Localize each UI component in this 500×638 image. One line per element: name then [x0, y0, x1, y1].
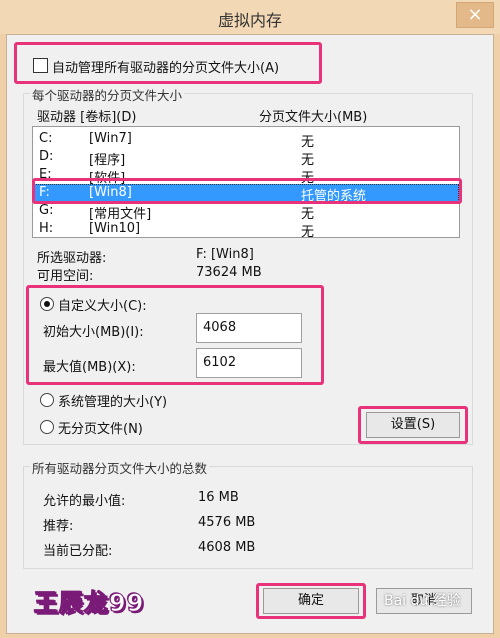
max-size-label: 最大值(MB)(X):	[43, 360, 136, 375]
selected-drive-label: 所选驱动器:	[37, 251, 107, 266]
dialog-window: 虚拟内存 × 自动管理所有驱动器的分页文件大小(A) 每个驱动器的分页文件大小 …	[0, 0, 500, 638]
currently-allocated-label: 当前已分配:	[43, 544, 113, 559]
selected-drive-value: F: [Win8]	[196, 247, 254, 262]
list-item[interactable]: C: [Win7] 无	[33, 130, 459, 150]
currently-allocated-value: 4608 MB	[198, 540, 256, 555]
author-watermark: 王辰龙99	[33, 589, 145, 618]
min-allowed-label: 允许的最小值:	[43, 494, 126, 509]
no-paging-label[interactable]: 无分页文件(N)	[58, 418, 143, 437]
set-button[interactable]: 设置(S)	[366, 412, 460, 438]
list-item[interactable]: H: [Win10] 无	[33, 220, 459, 240]
drive-letter: D:	[39, 149, 54, 164]
list-item[interactable]: G: [常用文件] 无	[33, 202, 459, 222]
initial-size-input[interactable]: 4068	[196, 313, 302, 343]
auto-manage-checkbox[interactable]	[33, 58, 48, 73]
auto-manage-label[interactable]: 自动管理所有驱动器的分页文件大小(A)	[52, 57, 279, 76]
close-button[interactable]: ×	[456, 2, 494, 28]
totals-group-label: 所有驱动器分页文件大小的总数	[30, 458, 210, 477]
free-space-value: 73624 MB	[196, 265, 262, 280]
site-watermark: Bai du 经验	[384, 593, 461, 609]
column-header-drive[interactable]: 驱动器 [卷标](D)	[37, 106, 136, 125]
custom-size-label[interactable]: 自定义大小(C):	[58, 295, 147, 314]
initial-size-label: 初始大小(MB)(I):	[43, 325, 144, 340]
drive-letter: H:	[39, 221, 54, 236]
volume-label: [Win7]	[89, 131, 132, 146]
title-bar: 虚拟内存 ×	[0, 0, 500, 34]
list-item[interactable]: D: [程序] 无	[33, 148, 459, 168]
no-paging-radio[interactable]	[40, 420, 54, 434]
window-title: 虚拟内存	[217, 11, 282, 30]
ok-button[interactable]: 确定	[263, 588, 359, 614]
recommended-value: 4576 MB	[198, 515, 256, 530]
column-header-size[interactable]: 分页文件大小(MB)	[259, 106, 367, 125]
system-managed-radio[interactable]	[40, 393, 54, 407]
min-allowed-value: 16 MB	[198, 490, 239, 505]
system-managed-label[interactable]: 系统管理的大小(Y)	[58, 391, 167, 410]
free-space-label: 可用空间:	[37, 269, 94, 284]
volume-label: [Win10]	[89, 221, 141, 236]
recommended-label: 推荐:	[43, 519, 74, 534]
drive-letter: C:	[39, 131, 53, 146]
max-size-input[interactable]: 6102	[196, 348, 302, 378]
highlight-selected-row	[32, 178, 462, 204]
paging-size: 无	[301, 225, 315, 240]
custom-size-radio[interactable]	[40, 297, 54, 311]
per-drive-group-label: 每个驱动器的分页文件大小	[30, 85, 185, 104]
drive-letter: G:	[39, 203, 54, 218]
